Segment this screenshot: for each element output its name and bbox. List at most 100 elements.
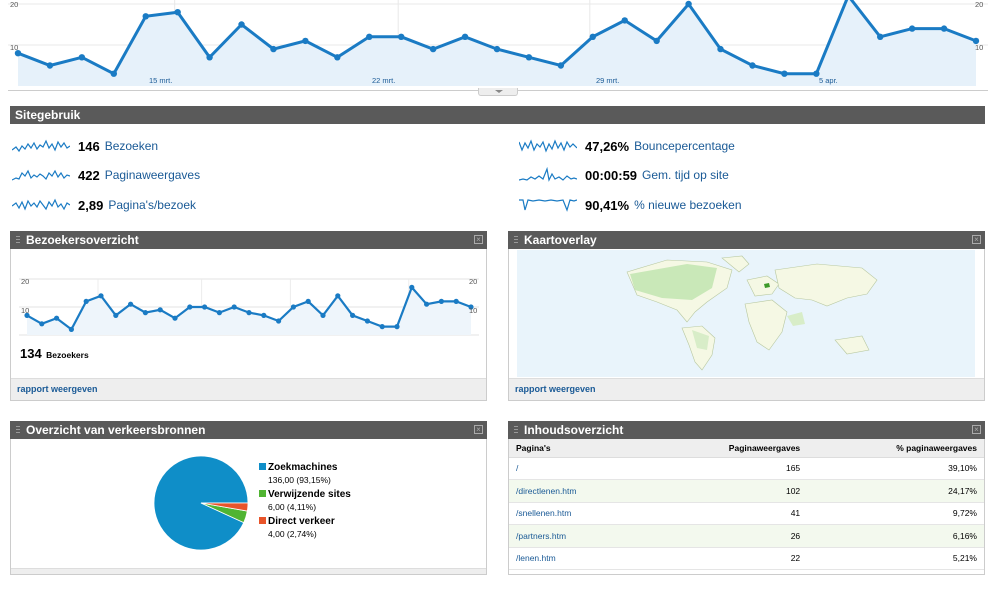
legend-detail: 136,00 (93,15%): [268, 475, 331, 485]
col-header-page[interactable]: Pagina's: [509, 439, 648, 458]
data-point: [157, 307, 163, 313]
legend-item-referral[interactable]: Verwijzende sites 6,00 (4,11%): [259, 489, 351, 513]
drag-grip-icon[interactable]: [514, 236, 518, 244]
close-icon[interactable]: ×: [474, 235, 483, 244]
metric-pages-per-visit[interactable]: 2,89 Pagina's/bezoek: [12, 196, 196, 214]
metric-bounce[interactable]: 47,26% Bouncepercentage: [519, 137, 735, 155]
col-header-pct[interactable]: % paginaweergaves: [807, 439, 984, 458]
data-point: [320, 312, 326, 318]
inhoud-panel: Pagina's Paginaweergaves % paginaweergav…: [508, 439, 985, 575]
metric-label[interactable]: Pagina's/bezoek: [108, 198, 196, 212]
metric-visits[interactable]: 146 Bezoeken: [12, 137, 158, 155]
world-map[interactable]: [517, 250, 975, 377]
table-row: / 165 39,10%: [509, 457, 984, 480]
data-point: [621, 17, 628, 24]
inhoud-panel-header[interactable]: Inhoudsoverzicht ×: [508, 421, 985, 439]
legend-swatch: [259, 490, 266, 497]
data-point: [366, 33, 373, 40]
panel-title: Kaartoverlay: [524, 233, 597, 247]
metric-pageviews[interactable]: 422 Paginaweergaves: [12, 166, 200, 184]
legend-name: Zoekmachines: [268, 462, 338, 473]
pct-cell: 39,10%: [807, 457, 984, 480]
panel-title: Inhoudsoverzicht: [524, 423, 624, 437]
data-point: [717, 45, 724, 53]
metric-label[interactable]: Gem. tijd op site: [642, 168, 729, 182]
page-link[interactable]: /lenen.htm: [509, 547, 648, 570]
page-link[interactable]: /directlenen.htm: [509, 479, 648, 503]
data-point: [749, 62, 756, 69]
data-point: [187, 304, 193, 310]
metric-label[interactable]: % nieuwe bezoeken: [634, 198, 741, 212]
close-icon[interactable]: ×: [972, 425, 981, 434]
sparkline-icon: [519, 139, 577, 153]
report-link[interactable]: rapport weergeven: [17, 384, 98, 394]
data-point: [940, 25, 948, 32]
sparkline-icon: [12, 169, 70, 181]
data-point: [461, 33, 469, 40]
table-row: /directlenen.htm 102 24,17%: [509, 479, 984, 503]
verkeer-panel: Zoekmachines 136,00 (93,15%) Verwijzende…: [10, 439, 487, 575]
views-cell: 165: [647, 457, 808, 480]
visitor-total-value: 134: [20, 346, 42, 361]
traffic-pie-chart: [153, 455, 249, 551]
date-label: 22 mrt.: [372, 76, 396, 85]
metric-value: 90,41%: [585, 197, 630, 213]
data-point: [305, 298, 311, 304]
metric-label[interactable]: Bouncepercentage: [634, 139, 735, 153]
drag-grip-icon[interactable]: [16, 426, 20, 434]
page-link[interactable]: /snellenen.htm: [509, 502, 648, 525]
metric-avg-time[interactable]: 00:00:59 Gem. tijd op site: [519, 166, 729, 184]
panel-title: Overzicht van verkeersbronnen: [26, 423, 206, 437]
data-point: [128, 301, 134, 307]
data-point: [429, 45, 437, 53]
drag-grip-icon[interactable]: [16, 236, 20, 244]
metric-value: 2,89: [78, 197, 104, 213]
collapse-chart-handle[interactable]: [478, 88, 518, 96]
data-point: [39, 321, 45, 327]
y-tick-right: 10: [469, 306, 478, 315]
page-link[interactable]: /partners.htm: [509, 524, 648, 548]
verkeer-panel-header[interactable]: Overzicht van verkeersbronnen ×: [10, 421, 487, 439]
table-row: /lenen.htm 22 5,21%: [509, 547, 984, 570]
report-link[interactable]: rapport weergeven: [515, 384, 596, 394]
legend-swatch: [259, 463, 266, 470]
data-point: [231, 304, 237, 310]
pct-cell: 6,16%: [807, 524, 984, 548]
bezoekers-panel-header[interactable]: Bezoekersoverzicht ×: [10, 231, 487, 249]
data-point: [877, 33, 884, 40]
data-point: [438, 298, 444, 304]
visitor-total-label: Bezoekers: [46, 350, 89, 360]
date-label: 15 mrt.: [149, 76, 173, 85]
date-label: 5 apr.: [819, 76, 838, 85]
legend-item-search[interactable]: Zoekmachines 136,00 (93,15%): [259, 462, 337, 486]
close-icon[interactable]: ×: [972, 235, 981, 244]
table-row: /snellenen.htm 41 9,72%: [509, 502, 984, 525]
data-point: [409, 284, 415, 290]
sparkline-icon: [12, 198, 70, 211]
top-chart-y-tick-20-right: 20: [975, 0, 984, 9]
drag-grip-icon[interactable]: [514, 426, 518, 434]
y-tick-right: 20: [469, 277, 478, 286]
sitegebruik-header: Sitegebruik: [10, 106, 985, 124]
kaart-panel: rapport weergeven: [508, 249, 985, 401]
legend-item-direct[interactable]: Direct verkeer 4,00 (2,74%): [259, 516, 335, 540]
close-icon[interactable]: ×: [474, 425, 483, 434]
data-point: [78, 54, 86, 61]
metric-new-visits[interactable]: 90,41% % nieuwe bezoeken: [519, 196, 742, 214]
metric-label[interactable]: Bezoeken: [105, 139, 158, 153]
data-point: [113, 312, 119, 318]
data-point: [781, 70, 788, 77]
content-table: Pagina's Paginaweergaves % paginaweergav…: [509, 439, 984, 570]
top-chart-y-tick-10-right: 10: [975, 43, 984, 52]
col-header-views[interactable]: Paginaweergaves: [647, 439, 808, 458]
page-link[interactable]: /: [509, 457, 648, 480]
data-point: [557, 62, 565, 69]
data-point: [46, 62, 54, 69]
data-point: [142, 310, 148, 316]
sparkline-icon: [12, 139, 70, 153]
views-cell: 26: [647, 524, 808, 548]
metric-label[interactable]: Paginaweergaves: [105, 168, 200, 182]
panel-title: Bezoekersoverzicht: [26, 233, 139, 247]
top-chart-y-tick-10: 10: [10, 43, 19, 52]
kaart-panel-header[interactable]: Kaartoverlay ×: [508, 231, 985, 249]
